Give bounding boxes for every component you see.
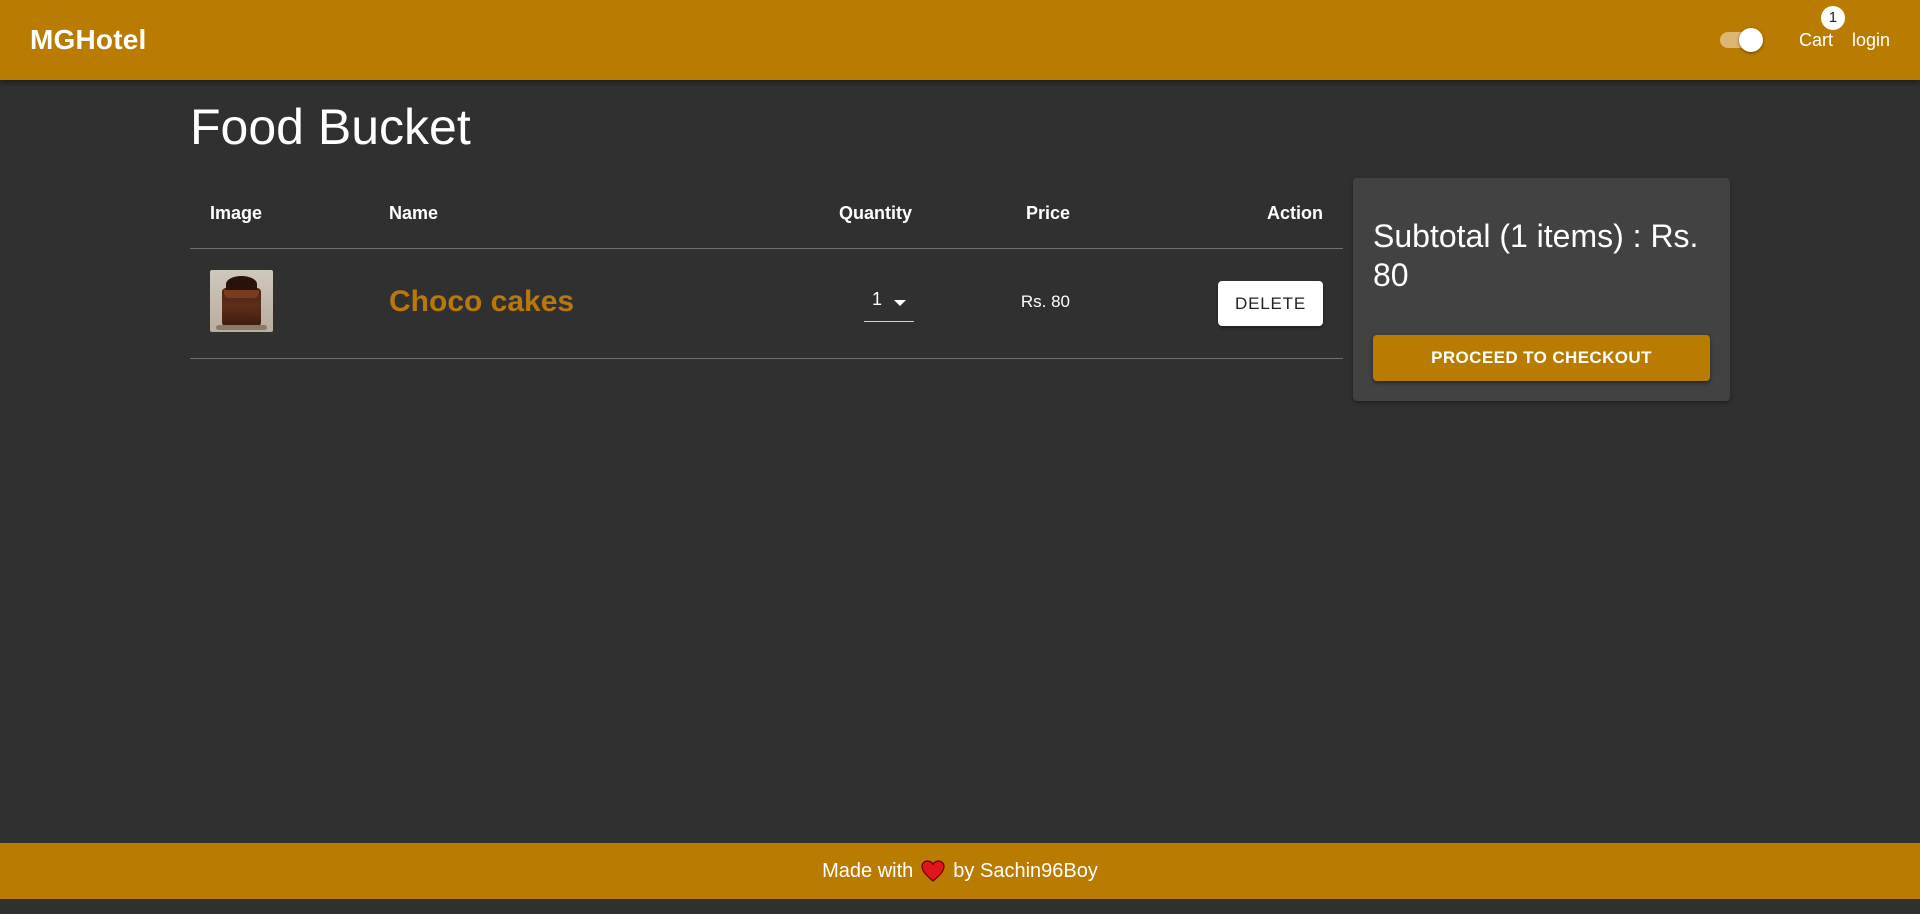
cart-link[interactable]: Cart 1 bbox=[1798, 5, 1845, 51]
delete-button[interactable]: DELETE bbox=[1218, 281, 1323, 326]
app-bar: MGHotel Cart 1 login bbox=[0, 0, 1920, 80]
item-name[interactable]: Choco cakes bbox=[389, 285, 574, 319]
quantity-value: 1 bbox=[872, 289, 883, 309]
cart-count-badge: 1 bbox=[1820, 5, 1845, 30]
subtotal-text: Subtotal (1 items) : Rs. 80 bbox=[1373, 218, 1699, 293]
table-header: Image Name Quantity Price Action bbox=[190, 178, 1343, 249]
item-price: Rs. 80 bbox=[1020, 292, 1070, 311]
column-header-image: Image bbox=[210, 203, 263, 223]
brand-logo[interactable]: MGHotel bbox=[30, 24, 147, 56]
column-header-quantity: Quantity bbox=[838, 203, 912, 223]
theme-toggle-switch[interactable] bbox=[1715, 25, 1765, 55]
footer-made-with: Made with bbox=[822, 859, 914, 882]
footer-author: by Sachin96Boy bbox=[953, 859, 1098, 882]
order-summary-card: Subtotal (1 items) : Rs. 80 PROCEED TO C… bbox=[1353, 178, 1730, 401]
app-bar-actions: Cart 1 login bbox=[1715, 0, 1890, 80]
cake-plate bbox=[216, 325, 267, 330]
page-title: Food Bucket bbox=[190, 99, 471, 155]
proceed-to-checkout-button[interactable]: PROCEED TO CHECKOUT bbox=[1373, 335, 1710, 381]
dropdown-arrow-icon bbox=[894, 300, 906, 306]
cake-drip bbox=[224, 290, 259, 298]
cart-table: Image Name Quantity Price Action Choco c… bbox=[190, 178, 1343, 359]
column-header-action: Action bbox=[1267, 203, 1323, 223]
switch-thumb bbox=[1738, 28, 1763, 52]
cart-label: Cart bbox=[1798, 29, 1833, 50]
footer: Made with by Sachin96Boy bbox=[0, 843, 1920, 899]
table-row: Choco cakes 1 Rs. 80 DELETE bbox=[190, 249, 1343, 359]
heart-icon bbox=[921, 860, 945, 882]
quantity-select[interactable]: 1 bbox=[864, 284, 914, 322]
column-header-price: Price bbox=[1025, 203, 1070, 223]
chocolate-cake-image bbox=[210, 270, 273, 332]
column-header-name: Name bbox=[389, 203, 439, 223]
login-link[interactable]: login bbox=[1852, 30, 1890, 51]
